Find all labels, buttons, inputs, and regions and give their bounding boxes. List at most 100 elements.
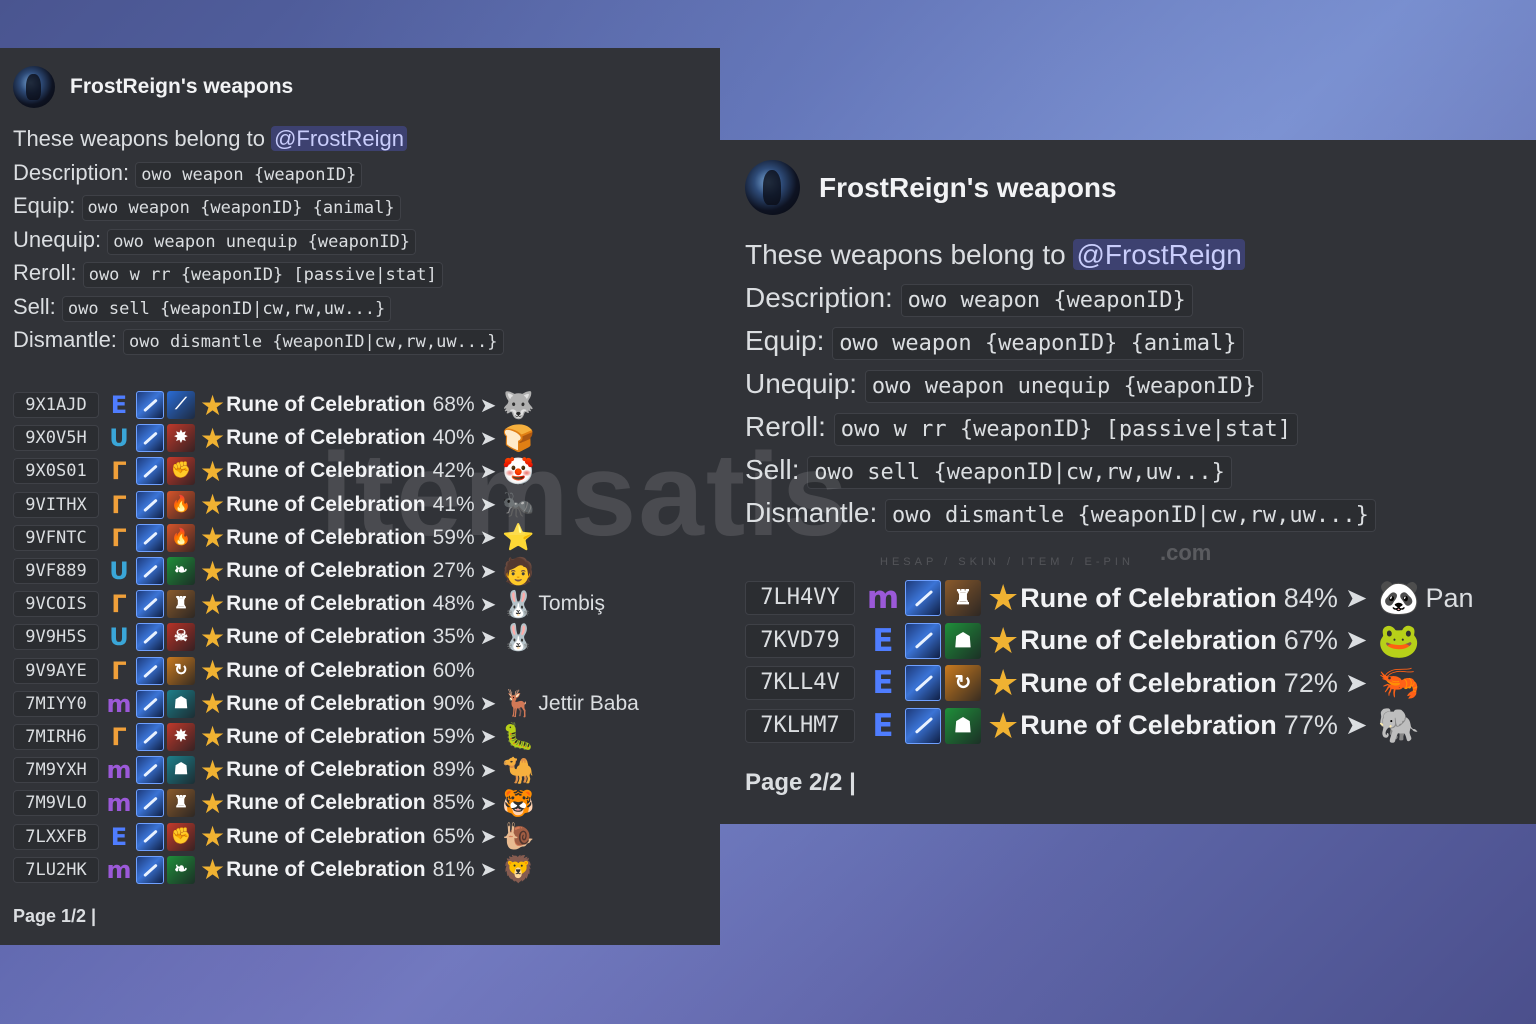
embed-header: FrostReign's weapons <box>745 160 1536 215</box>
rarity-icon: Γ <box>111 590 127 619</box>
equipped-animal-icon[interactable]: 🐯 <box>502 788 534 819</box>
weapon-id[interactable]: 9V9H5S <box>13 624 99 651</box>
command-line: Description: owo weapon {weaponID} <box>13 156 720 190</box>
weapon-quality: 89% <box>432 758 475 782</box>
weapon-id[interactable]: 7LU2HK <box>13 856 99 883</box>
command-label: Description: <box>13 159 130 185</box>
staff-weapon-icon <box>136 557 164 586</box>
weapons-embed-page-1: FrostReign's weapons These weapons belon… <box>0 48 720 945</box>
command-code[interactable]: owo dismantle {weaponID|cw,rw,uw...} <box>885 499 1376 532</box>
embed-header: FrostReign's weapons <box>13 66 720 108</box>
equipped-animal-icon[interactable]: 🦁 <box>502 854 534 885</box>
weapon-id[interactable]: 7MIYY0 <box>13 690 99 717</box>
rarity-icon: U <box>109 623 129 652</box>
equipped-animal-icon[interactable]: 🐜 <box>502 489 534 520</box>
weapon-name: Rune of Celebration <box>226 758 426 782</box>
green-figure-icon: ☗ <box>945 622 981 659</box>
staff-weapon-icon <box>136 391 164 420</box>
weapon-id[interactable]: 9X0V5H <box>13 425 99 452</box>
weapon-id[interactable]: 9VCOIS <box>13 591 99 618</box>
equipped-animal-icon[interactable]: 🐼 <box>1377 578 1419 618</box>
weapon-quality: 60% <box>432 658 475 682</box>
avatar-icon[interactable] <box>745 160 800 215</box>
weapon-id[interactable]: 7LXXFB <box>13 823 99 850</box>
equipped-animal-icon[interactable]: 🐰 <box>502 622 534 653</box>
command-code[interactable]: owo weapon unequip {weaponID} <box>107 228 417 255</box>
weapon-id[interactable]: 9VFNTC <box>13 524 99 551</box>
command-code[interactable]: owo w rr {weaponID} [passive|stat] <box>82 262 443 288</box>
equipped-animal-icon[interactable]: 🧑 <box>502 556 534 587</box>
weapon-name: Rune of Celebration <box>226 592 426 616</box>
weapon-id[interactable]: 7M9VLO <box>13 790 99 817</box>
command-label: Equip: <box>13 193 76 218</box>
star-icon: ★ <box>200 389 226 421</box>
flame-icon: 🔥 <box>167 490 195 519</box>
weapon-id[interactable]: 9V9AYE <box>13 657 99 684</box>
staff-weapon-icon <box>136 656 164 685</box>
weapon-id[interactable]: 9VF889 <box>13 558 99 585</box>
command-code[interactable]: owo w rr {weaponID} [passive|stat] <box>833 413 1299 446</box>
command-list: Description: owo weapon {weaponID} Equip:… <box>13 156 720 357</box>
user-mention[interactable]: @FrostReign <box>271 126 408 151</box>
equipped-animal-icon[interactable]: 🐘 <box>1377 706 1419 746</box>
weapon-id[interactable]: 9VITHX <box>13 491 99 518</box>
equipped-animal-icon[interactable]: 🐪 <box>502 755 534 786</box>
command-label: Unequip: <box>13 226 102 252</box>
weapon-row: 7M9VLO m ♜ ★ Rune of Celebration 85% ➤ 🐯 <box>13 787 720 820</box>
weapon-id[interactable]: 9X1AJD <box>13 392 99 419</box>
weapon-id[interactable]: 7LH4VY <box>745 581 855 616</box>
equipped-animal-icon[interactable]: 🤡 <box>502 456 534 487</box>
staff-weapon-icon <box>136 722 164 751</box>
command-code[interactable]: owo sell {weaponID|cw,rw,uw...} <box>807 456 1232 489</box>
user-mention[interactable]: @FrostReign <box>1073 239 1245 270</box>
weapon-row: 9V9AYE Γ ↻ ★ Rune of Celebration 60% <box>13 654 720 687</box>
weapon-row: 9VF889 U ❧ ★ Rune of Celebration 27% ➤ 🧑 <box>13 554 720 587</box>
star-icon: ★ <box>200 721 226 753</box>
weapon-id[interactable]: 7KLHM7 <box>745 708 855 743</box>
command-code[interactable]: owo weapon {weaponID} {animal} <box>81 195 401 221</box>
avatar-icon[interactable] <box>13 66 55 108</box>
weapon-id[interactable]: 9X0S01 <box>13 458 99 485</box>
staff-weapon-icon <box>905 622 941 659</box>
weapons-embed-page-2: FrostReign's weapons These weapons belon… <box>720 140 1536 824</box>
weapon-name: Rune of Celebration <box>226 559 426 583</box>
command-line: Dismantle: owo dismantle {weaponID|cw,rw… <box>13 323 720 357</box>
equipped-animal-icon[interactable]: 🐺 <box>502 390 534 421</box>
star-icon: ★ <box>200 787 226 819</box>
red-burst-icon: ✸ <box>167 424 195 453</box>
command-code[interactable]: owo weapon {weaponID} <box>135 161 363 188</box>
weapon-quality: 67% <box>1283 625 1338 656</box>
weapon-id[interactable]: 7KLL4V <box>745 666 855 701</box>
command-code[interactable]: owo weapon {weaponID} {animal} <box>832 327 1244 360</box>
weapon-id[interactable]: 7KVD79 <box>745 623 855 658</box>
equipped-animal-icon[interactable]: ⭐ <box>502 522 534 553</box>
star-icon: ★ <box>200 489 226 521</box>
weapon-row: 7KLL4V E ↻ ★ Rune of Celebration 72% ➤ 🦐 <box>745 662 1536 705</box>
command-code[interactable]: owo sell {weaponID|cw,rw,uw...} <box>61 295 392 322</box>
equipped-animal-icon[interactable]: 🐸 <box>1377 621 1419 661</box>
equipped-animal-icon[interactable]: 🦐 <box>1377 663 1419 703</box>
command-code[interactable]: owo weapon {weaponID} <box>900 284 1193 317</box>
owner-text: These weapons belong to <box>745 239 1074 270</box>
equipped-animal-icon[interactable]: 🦌 <box>502 688 534 719</box>
staff-weapon-icon <box>136 623 164 652</box>
equipped-animal-icon[interactable]: 🍞 <box>502 423 534 454</box>
staff-weapon-icon <box>136 457 164 486</box>
equipped-animal-icon[interactable]: 🐛 <box>502 721 534 752</box>
equipped-animal-icon[interactable]: 🐰 <box>502 589 534 620</box>
command-code[interactable]: owo dismantle {weaponID|cw,rw,uw...} <box>123 329 504 355</box>
weapon-row: 9X1AJD E ⟋ ★ Rune of Celebration 68% ➤ 🐺 <box>13 389 720 422</box>
teal-figure-icon: ☗ <box>167 689 195 718</box>
weapon-quality: 27% <box>432 559 475 583</box>
weapon-id[interactable]: 7MIRH6 <box>13 723 99 750</box>
weapon-quality: 77% <box>1283 710 1338 741</box>
weapon-name: Rune of Celebration <box>226 625 426 649</box>
equipped-animal-icon[interactable]: 🐌 <box>502 821 534 852</box>
staff-weapon-icon <box>136 590 164 619</box>
brown-warrior-icon: ♜ <box>167 590 195 619</box>
arrow-right-icon: ➤ <box>479 427 497 450</box>
rarity-icon: m <box>866 580 900 617</box>
weapon-id[interactable]: 7M9YXH <box>13 757 99 784</box>
command-code[interactable]: owo weapon unequip {weaponID} <box>864 370 1263 403</box>
owner-line: These weapons belong to @FrostReign <box>13 122 720 156</box>
